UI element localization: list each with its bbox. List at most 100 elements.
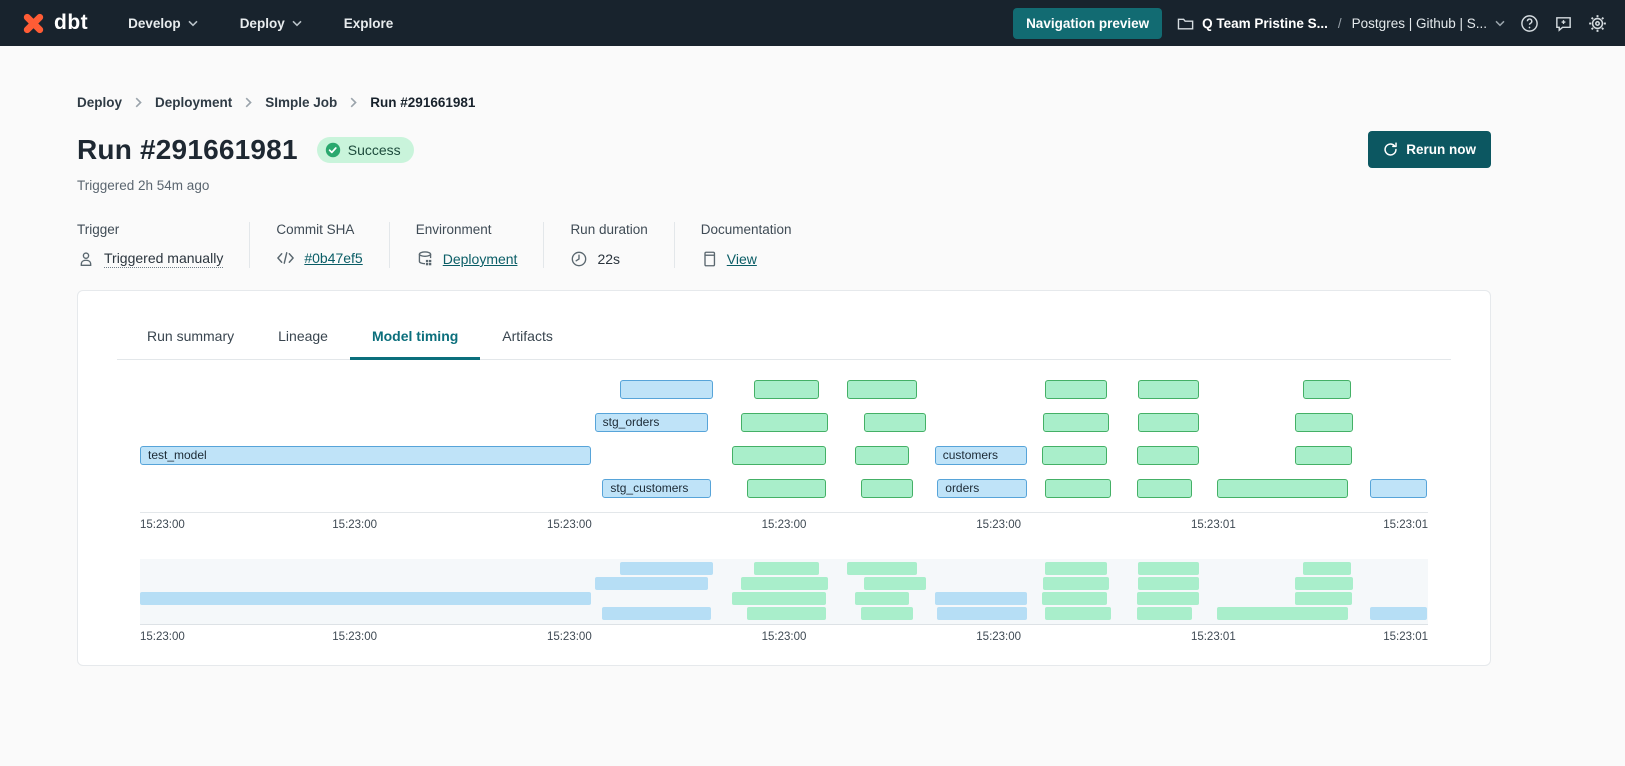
breadcrumb-deploy[interactable]: Deploy (77, 95, 122, 110)
time-axis: 15:23:0015:23:0015:23:0015:23:0015:23:00… (140, 512, 1428, 537)
minimap-bar (937, 607, 1027, 620)
meta-label: Trigger (77, 222, 223, 237)
nav-item-deploy[interactable]: Deploy (240, 16, 302, 31)
gantt-bar-test_model[interactable]: test_model (140, 446, 591, 465)
gantt-bar[interactable] (1138, 413, 1199, 432)
gantt-row: stg_orders (140, 413, 1428, 432)
minimap-bar (1138, 577, 1199, 590)
minimap-row (140, 592, 1428, 605)
gantt-bar[interactable] (754, 380, 818, 399)
gantt-bar[interactable] (1295, 446, 1352, 465)
breadcrumb-run: Run #291661981 (370, 95, 475, 110)
breadcrumb-deployment[interactable]: Deployment (155, 95, 232, 110)
person-icon (77, 250, 95, 268)
timeline-minimap-brush[interactable] (140, 559, 1428, 624)
chevron-down-icon (1495, 20, 1505, 27)
meta-label: Documentation (701, 222, 792, 237)
gantt-bar[interactable] (1043, 413, 1109, 432)
minimap-bar (847, 562, 917, 575)
gantt-bar[interactable] (847, 380, 917, 399)
success-check-icon (325, 142, 341, 158)
gantt-rows: stg_orderstest_model customers stg_custome… (140, 380, 1428, 498)
meta-documentation: Documentation View (675, 222, 818, 268)
environment-link[interactable]: Deployment (443, 251, 518, 267)
minimap-bar (140, 592, 591, 605)
breadcrumb-job[interactable]: SImple Job (265, 95, 337, 110)
axis-tick: 15:23:00 (976, 631, 1021, 643)
documentation-view-link[interactable]: View (727, 251, 757, 267)
gantt-bar[interactable] (1137, 446, 1199, 465)
meta-label: Run duration (570, 222, 647, 237)
project-switcher[interactable]: Q Team Pristine S... / Postgres | Github… (1177, 16, 1505, 31)
minimap-row (140, 607, 1428, 620)
settings-gear-icon[interactable] (1588, 14, 1607, 33)
gantt-bar[interactable] (1045, 380, 1107, 399)
gantt-bar[interactable] (1138, 380, 1199, 399)
minimap-bar (1217, 607, 1348, 620)
help-icon[interactable] (1520, 14, 1539, 33)
gantt-bar-stg_orders[interactable]: stg_orders (595, 413, 708, 432)
navigation-preview-button[interactable]: Navigation preview (1013, 8, 1162, 39)
minimap-bar (595, 577, 708, 590)
page-header: Run #291661981 Success Rerun now (77, 131, 1491, 168)
gantt-bar[interactable] (1137, 479, 1192, 498)
gantt-bar[interactable] (1042, 446, 1108, 465)
gantt-bar[interactable] (732, 446, 826, 465)
minimap-bar (1137, 592, 1199, 605)
database-icon (416, 250, 434, 268)
nav-item-develop[interactable]: Develop (128, 16, 198, 31)
axis-tick: 15:23:00 (140, 519, 185, 531)
gantt-bar[interactable] (861, 479, 913, 498)
tab-run-summary[interactable]: Run summary (125, 317, 256, 360)
minimap-bar (732, 592, 826, 605)
minimap-bar (1043, 577, 1109, 590)
minimap-bar (741, 577, 827, 590)
model-timing-chart: stg_orderstest_model customers stg_custome… (117, 380, 1451, 649)
gantt-bar-customers[interactable]: customers (935, 446, 1028, 465)
dbt-logo[interactable]: dbt (20, 10, 88, 37)
gantt-bar[interactable] (855, 446, 909, 465)
axis-tick: 15:23:00 (332, 519, 377, 531)
chevron-down-icon (188, 20, 198, 27)
code-icon (276, 250, 295, 266)
axis-tick: 15:23:00 (762, 519, 807, 531)
main-nav: Develop Deploy Explore (128, 16, 393, 31)
gantt-bar-orders[interactable]: orders (937, 479, 1027, 498)
gantt-bar[interactable] (747, 479, 827, 498)
gantt-bar[interactable] (1370, 479, 1427, 498)
tab-model-timing[interactable]: Model timing (350, 317, 480, 360)
gantt-bar[interactable] (741, 413, 827, 432)
minimap-bar (855, 592, 909, 605)
axis-tick: 15:23:00 (332, 631, 377, 643)
rerun-now-button[interactable]: Rerun now (1368, 131, 1491, 168)
meta-label: Commit SHA (276, 222, 362, 237)
feedback-icon[interactable] (1554, 14, 1573, 33)
tab-lineage[interactable]: Lineage (256, 317, 350, 360)
brand-name: dbt (54, 11, 88, 35)
gantt-bar[interactable] (1295, 413, 1353, 432)
minimap-bar (1045, 607, 1111, 620)
run-metadata: Trigger Triggered manually Commit SHA #0… (77, 222, 1625, 268)
chevron-right-icon (245, 97, 252, 108)
top-navbar: dbt Develop Deploy Explore Navigation pr… (0, 0, 1625, 46)
gantt-bar[interactable] (1045, 479, 1111, 498)
minimap-bar (1138, 562, 1199, 575)
gantt-row: test_model customers (140, 446, 1428, 465)
tab-artifacts[interactable]: Artifacts (480, 317, 575, 360)
run-tabs: Run summary Lineage Model timing Artifac… (117, 317, 1451, 360)
trigger-value[interactable]: Triggered manually (104, 250, 223, 268)
status-badge-label: Success (348, 142, 401, 158)
axis-tick: 15:23:00 (140, 631, 185, 643)
gantt-bar[interactable] (620, 380, 713, 399)
account-project-separator: / (1336, 16, 1344, 31)
gantt-bar[interactable] (1217, 479, 1348, 498)
minimap-bar (1137, 607, 1192, 620)
gantt-bar[interactable] (864, 413, 926, 432)
gantt-bar-stg_customers[interactable]: stg_customers (602, 479, 710, 498)
commit-sha-link[interactable]: #0b47ef5 (304, 250, 362, 266)
minimap-bar (864, 577, 926, 590)
axis-tick: 15:23:00 (547, 631, 592, 643)
gantt-bar[interactable] (1303, 380, 1351, 399)
axis-tick: 15:23:00 (547, 519, 592, 531)
nav-item-explore[interactable]: Explore (344, 16, 394, 31)
